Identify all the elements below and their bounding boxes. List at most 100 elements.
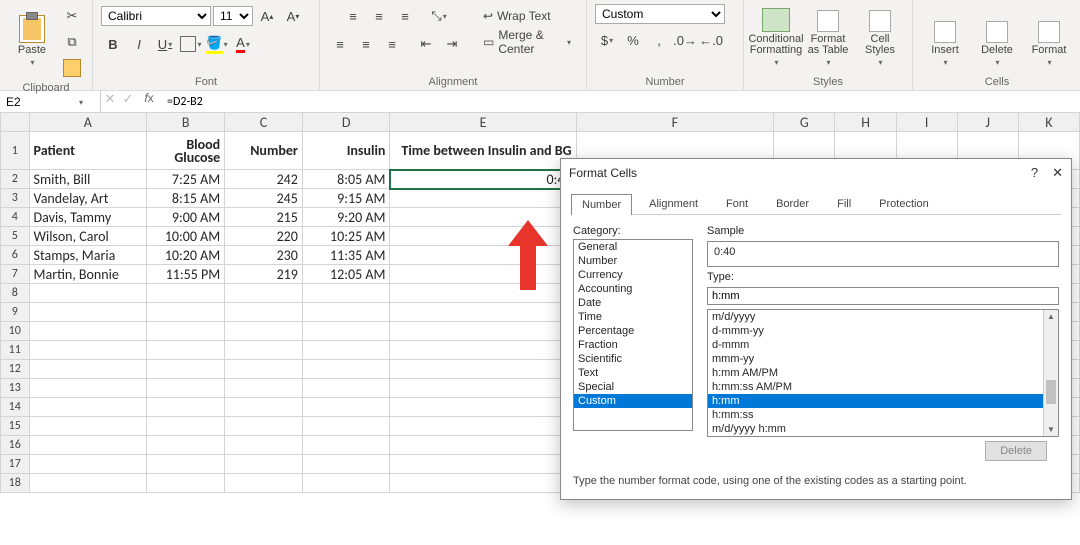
- cell[interactable]: [390, 265, 576, 284]
- cell[interactable]: [147, 303, 225, 322]
- cell[interactable]: 220: [225, 227, 303, 246]
- dialog-tab[interactable]: Border: [765, 193, 820, 214]
- column-header[interactable]: A: [29, 113, 147, 132]
- category-item[interactable]: General: [574, 240, 692, 254]
- name-box[interactable]: ▾: [0, 91, 101, 113]
- type-list-item[interactable]: h:mm AM/PM: [708, 366, 1044, 380]
- category-item[interactable]: Special: [574, 380, 692, 394]
- decrease-decimal-button[interactable]: ←.0: [699, 28, 723, 52]
- cell[interactable]: [302, 322, 390, 341]
- column-header[interactable]: J: [957, 113, 1018, 132]
- cell[interactable]: [147, 398, 225, 417]
- cell[interactable]: Smith, Bill: [29, 170, 147, 189]
- row-header[interactable]: 17: [1, 455, 30, 474]
- column-header[interactable]: K: [1018, 113, 1079, 132]
- comma-button[interactable]: ,: [647, 28, 671, 52]
- indent-decrease-button[interactable]: ⇤: [414, 32, 438, 56]
- decrease-font-button[interactable]: A▾: [281, 4, 305, 28]
- row-header[interactable]: 2: [1, 170, 30, 189]
- cell[interactable]: [390, 246, 576, 265]
- cell[interactable]: [147, 284, 225, 303]
- category-item[interactable]: Number: [574, 254, 692, 268]
- cell[interactable]: [390, 284, 576, 303]
- indent-increase-button[interactable]: ⇥: [440, 32, 464, 56]
- type-list-item[interactable]: h:mm: [708, 394, 1044, 408]
- column-header[interactable]: D: [302, 113, 390, 132]
- cell[interactable]: 219: [225, 265, 303, 284]
- cell[interactable]: [225, 474, 303, 493]
- paste-button[interactable]: Paste ▾: [8, 4, 56, 68]
- cell[interactable]: [147, 360, 225, 379]
- column-header[interactable]: H: [835, 113, 896, 132]
- cell[interactable]: [29, 455, 147, 474]
- cell[interactable]: 9:20 AM: [302, 208, 390, 227]
- cell[interactable]: [390, 474, 576, 493]
- italic-button[interactable]: I: [127, 32, 151, 56]
- format-painter-button[interactable]: [60, 56, 84, 80]
- cell[interactable]: Stamps, Maria: [29, 246, 147, 265]
- cell[interactable]: [390, 398, 576, 417]
- cell[interactable]: [302, 360, 390, 379]
- cell[interactable]: [302, 474, 390, 493]
- cell[interactable]: [147, 455, 225, 474]
- align-left-button[interactable]: ≡: [328, 32, 352, 56]
- cell[interactable]: 8:15 AM: [147, 189, 225, 208]
- cell[interactable]: [225, 398, 303, 417]
- cell[interactable]: 215: [225, 208, 303, 227]
- cell[interactable]: Martin, Bonnie: [29, 265, 147, 284]
- cell[interactable]: [225, 322, 303, 341]
- dialog-titlebar[interactable]: Format Cells ? ✕: [561, 159, 1071, 187]
- merge-center-button[interactable]: ▭Merge & Center▾: [476, 30, 578, 54]
- cell[interactable]: [147, 436, 225, 455]
- cell[interactable]: [302, 417, 390, 436]
- cell[interactable]: [302, 303, 390, 322]
- column-header[interactable]: F: [576, 113, 774, 132]
- close-button[interactable]: ✕: [1052, 165, 1063, 181]
- align-middle-button[interactable]: ≡: [367, 4, 391, 28]
- type-list-item[interactable]: d-mmm-yy: [708, 324, 1044, 338]
- category-item[interactable]: Custom: [574, 394, 692, 408]
- help-button[interactable]: ?: [1031, 165, 1038, 181]
- dialog-tab[interactable]: Protection: [868, 193, 940, 214]
- cell[interactable]: [225, 341, 303, 360]
- column-header[interactable]: C: [225, 113, 303, 132]
- cell[interactable]: 8:05 AM: [302, 170, 390, 189]
- cell[interactable]: 10:25 AM: [302, 227, 390, 246]
- select-all-corner[interactable]: [1, 113, 30, 132]
- row-header[interactable]: 6: [1, 246, 30, 265]
- number-format-select[interactable]: Custom: [595, 4, 725, 24]
- cell-styles-button[interactable]: Cell Styles▾: [856, 4, 904, 68]
- row-header[interactable]: 9: [1, 303, 30, 322]
- cell[interactable]: [225, 436, 303, 455]
- cell[interactable]: [147, 322, 225, 341]
- row-header[interactable]: 18: [1, 474, 30, 493]
- row-header[interactable]: 10: [1, 322, 30, 341]
- type-list-item[interactable]: mm:ss: [708, 436, 1044, 437]
- cell[interactable]: Number: [225, 132, 303, 170]
- scrollbar[interactable]: ▲ ▼: [1043, 310, 1058, 436]
- cell[interactable]: [390, 417, 576, 436]
- scroll-thumb[interactable]: [1046, 380, 1056, 404]
- cell[interactable]: Davis, Tammy: [29, 208, 147, 227]
- orientation-button[interactable]: ⤡▾: [427, 4, 451, 28]
- cell[interactable]: [225, 303, 303, 322]
- cell[interactable]: [147, 379, 225, 398]
- cell[interactable]: [29, 474, 147, 493]
- cell[interactable]: Patient: [29, 132, 147, 170]
- cell[interactable]: 0:40: [390, 170, 576, 189]
- cell[interactable]: [29, 360, 147, 379]
- cell[interactable]: [390, 322, 576, 341]
- cell[interactable]: [390, 189, 576, 208]
- dialog-tab[interactable]: Fill: [826, 193, 862, 214]
- cell[interactable]: [29, 322, 147, 341]
- row-header[interactable]: 8: [1, 284, 30, 303]
- format-as-table-button[interactable]: Format as Table▾: [804, 4, 852, 68]
- category-item[interactable]: Accounting: [574, 282, 692, 296]
- cell[interactable]: [147, 474, 225, 493]
- cell[interactable]: 9:00 AM: [147, 208, 225, 227]
- increase-font-button[interactable]: A▴: [255, 4, 279, 28]
- copy-button[interactable]: ⧉: [60, 30, 84, 54]
- cell[interactable]: Wilson, Carol: [29, 227, 147, 246]
- row-header[interactable]: 12: [1, 360, 30, 379]
- cell[interactable]: [29, 398, 147, 417]
